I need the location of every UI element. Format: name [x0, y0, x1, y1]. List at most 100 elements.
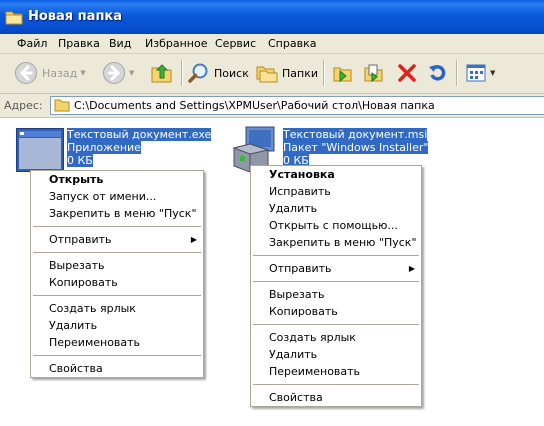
context-menu-item-label: Свойства [269, 391, 323, 404]
context-menu-item-label: Отправить [49, 233, 112, 246]
context-menu-item[interactable]: Создать ярлык [251, 329, 421, 346]
context-menu-item-label: Вырезать [49, 259, 105, 272]
context-menu-item[interactable]: Удалить [251, 200, 421, 217]
folders-button[interactable]: Папки [256, 60, 318, 86]
undo-icon [429, 65, 446, 81]
move-to-button[interactable] [332, 60, 354, 86]
context-menu-item-label: Открыть с помощью... [269, 219, 398, 232]
context-menu-item-label: Установка [269, 168, 335, 181]
views-dropdown-icon: ▼ [490, 69, 496, 77]
context-menu-item-label: Отправить [269, 262, 332, 275]
forward-button[interactable]: ▼ [102, 60, 134, 86]
context-menu-item[interactable]: Вырезать [31, 257, 203, 274]
context-menu-item[interactable]: Отправить ▶ [251, 260, 421, 277]
file-name: Текстовый документ.exe [67, 128, 212, 141]
menu-view[interactable]: Вид [109, 37, 131, 50]
context-menu-item[interactable]: Установка [251, 166, 421, 183]
file-type: Приложение [67, 141, 141, 154]
application-exe-icon[interactable] [16, 128, 64, 172]
toolbar: Назад ▼ ▼ Поиск Папки ▼ [0, 54, 544, 94]
context-menu-item-label: Вырезать [269, 288, 325, 301]
menu-favorites[interactable]: Избранное [145, 37, 207, 50]
context-menu-item-label: Свойства [49, 362, 103, 375]
views-icon [466, 64, 486, 82]
context-menu-item[interactable]: Переименовать [251, 363, 421, 380]
menu-separator [33, 355, 201, 356]
menu-separator [253, 255, 419, 256]
menu-bar: Файл Правка Вид Избранное Сервис Справка [0, 34, 544, 54]
search-label: Поиск [214, 66, 249, 80]
address-input[interactable]: C:\Documents and Settings\XPMUser\Рабочи… [50, 96, 544, 115]
context-menu-item[interactable]: Переименовать [31, 334, 203, 351]
up-folder-button[interactable] [150, 60, 174, 86]
context-menu-item-label: Переименовать [269, 365, 361, 378]
context-menu-item[interactable]: Копировать [251, 303, 421, 320]
title-bar[interactable]: Новая папка [0, 0, 544, 34]
menu-help[interactable]: Справка [268, 37, 316, 50]
context-menu-item-label: Удалить [269, 202, 318, 215]
context-menu-item[interactable]: Удалить [251, 346, 421, 363]
context-menu-item-label: Исправить [269, 185, 331, 198]
folders-icon [256, 66, 278, 83]
context-menu-item[interactable]: Удалить [31, 317, 203, 334]
views-button[interactable]: ▼ [465, 60, 495, 86]
context-menu-item[interactable]: Запуск от имени... [31, 188, 203, 205]
menu-separator [253, 281, 419, 282]
up-folder-icon [151, 64, 172, 83]
forward-dropdown-icon: ▼ [129, 69, 135, 77]
context-menu-item-label: Удалить [49, 319, 98, 332]
menu-tools[interactable]: Сервис [215, 37, 256, 50]
delete-button[interactable] [396, 60, 418, 86]
context-menu-item[interactable]: Закрепить в меню "Пуск" [251, 234, 421, 251]
copy-to-button[interactable] [363, 60, 385, 86]
folder-icon [5, 11, 23, 25]
folders-label: Папки [282, 66, 318, 80]
folder-icon [54, 99, 70, 112]
context-menu-item[interactable]: Закрепить в меню "Пуск" [31, 205, 203, 222]
context-menu-item-label: Копировать [49, 276, 118, 289]
context-menu-item-label: Закрепить в меню "Пуск" [49, 207, 197, 220]
toolbar-separator [323, 60, 325, 86]
window-title: Новая папка [28, 9, 123, 24]
address-label: Адрес: [4, 99, 43, 112]
file-item-exe[interactable]: Текстовый документ.exe Приложение 0 КБ [67, 128, 212, 167]
move-to-folder-icon [333, 67, 352, 83]
file-type: Пакет "Windows Installer" [283, 141, 429, 154]
search-icon [188, 63, 208, 83]
context-menu-item-label: Закрепить в меню "Пуск" [269, 236, 417, 249]
search-button[interactable]: Поиск [188, 60, 249, 86]
context-menu-item[interactable]: Открыть [31, 171, 203, 188]
context-menu-item-label: Создать ярлык [269, 331, 356, 344]
context-menu-item[interactable]: Копировать [31, 274, 203, 291]
delete-icon [398, 64, 416, 82]
context-menu-exe: Открыть Запуск от имени... Закрепить в мен… [30, 170, 204, 378]
context-menu-item[interactable]: Отправить ▶ [31, 231, 203, 248]
menu-separator [33, 226, 201, 227]
back-button[interactable]: Назад ▼ [14, 60, 86, 86]
context-menu-item[interactable]: Открыть с помощью... [251, 217, 421, 234]
back-label: Назад [42, 66, 78, 80]
context-menu-item-label: Запуск от имени... [49, 190, 157, 203]
context-menu-item-label: Удалить [269, 348, 318, 361]
context-menu-item[interactable]: Исправить [251, 183, 421, 200]
undo-button[interactable] [426, 60, 448, 86]
context-menu-item[interactable]: Создать ярлык [31, 300, 203, 317]
menu-separator [253, 324, 419, 325]
copy-to-folder-icon [364, 64, 383, 83]
file-size: 0 КБ [67, 154, 93, 167]
forward-arrow-icon [103, 62, 125, 84]
context-menu-item-label: Создать ярлык [49, 302, 136, 315]
context-menu-item[interactable]: Вырезать [251, 286, 421, 303]
menu-edit[interactable]: Правка [58, 37, 100, 50]
submenu-arrow-icon: ▶ [408, 264, 415, 273]
menu-file[interactable]: Файл [17, 37, 47, 50]
context-menu-item[interactable]: Свойства [251, 389, 421, 406]
file-name: Текстовый документ.msi [283, 128, 428, 141]
address-path: C:\Documents and Settings\XPMUser\Рабочи… [74, 99, 435, 112]
menu-separator [33, 295, 201, 296]
toolbar-separator [181, 60, 183, 86]
context-menu-item-label: Открыть [49, 173, 104, 186]
menu-separator [253, 384, 419, 385]
file-item-msi[interactable]: Текстовый документ.msi Пакет "Windows In… [283, 128, 429, 167]
context-menu-item[interactable]: Свойства [31, 360, 203, 377]
